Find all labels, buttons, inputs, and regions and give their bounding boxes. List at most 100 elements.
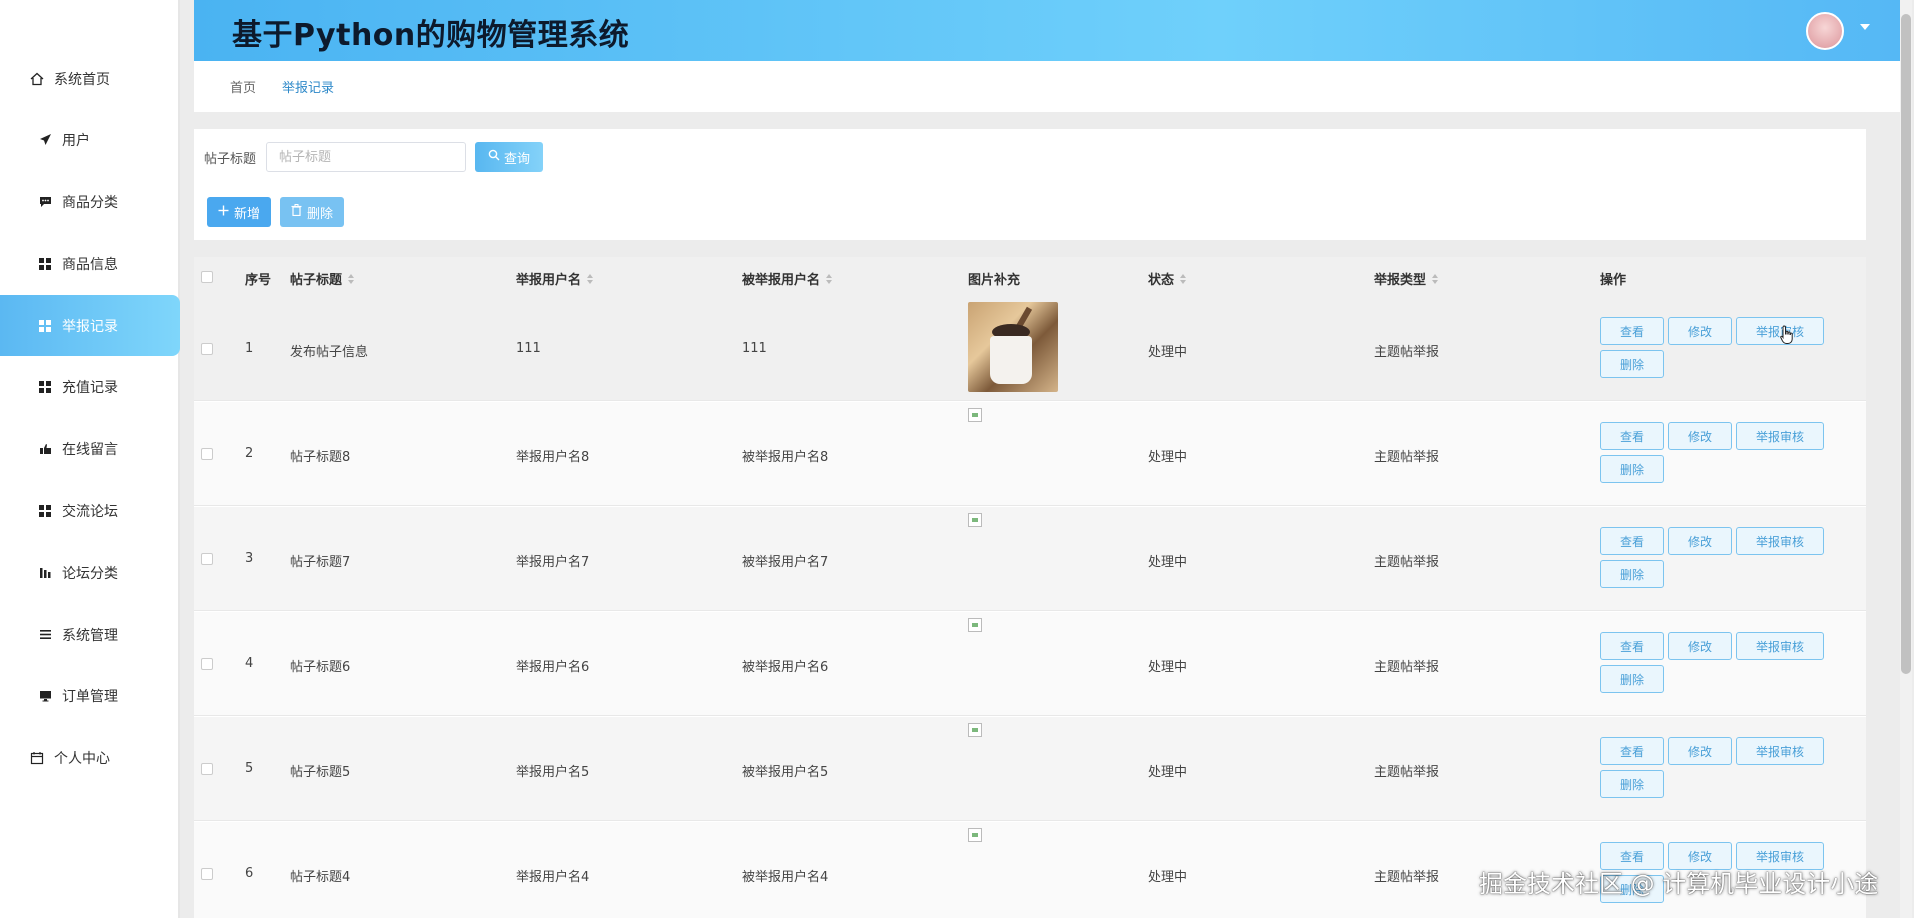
sidebar-item-forum[interactable]: 交流论坛 bbox=[0, 480, 180, 541]
sidebar-item-personal-center[interactable]: 个人中心 bbox=[0, 727, 180, 788]
sidebar-item-home[interactable]: 系统首页 bbox=[0, 48, 180, 109]
audit-button[interactable]: 举报审核 bbox=[1736, 737, 1824, 765]
column-header-label: 操作 bbox=[1600, 273, 1627, 288]
audit-button[interactable]: 举报审核 bbox=[1736, 422, 1824, 450]
cell-index: 5 bbox=[245, 761, 254, 776]
page-scrollbar[interactable] bbox=[1900, 0, 1912, 918]
column-header-label: 举报类型 bbox=[1374, 273, 1427, 288]
sidebar: 系统首页 用户 商品分类 商品信息 举报记录 充值记录 在线留言 交流论坛 论坛… bbox=[0, 0, 180, 918]
sidebar-item-product-categories[interactable]: 商品分类 bbox=[0, 171, 180, 232]
column-header-label: 被举报用户名 bbox=[742, 273, 821, 288]
row-checkbox[interactable] bbox=[201, 448, 213, 460]
cell-type: 主题帖举报 bbox=[1374, 765, 1440, 780]
sidebar-item-label: 系统首页 bbox=[54, 71, 110, 88]
view-button[interactable]: 查看 bbox=[1600, 527, 1664, 555]
select-all-checkbox[interactable] bbox=[201, 271, 213, 283]
column-header-label: 状态 bbox=[1148, 273, 1175, 288]
view-button[interactable]: 查看 bbox=[1600, 422, 1664, 450]
sidebar-item-label: 商品分类 bbox=[62, 194, 118, 211]
column-header-reported[interactable]: 被举报用户名 bbox=[742, 269, 833, 288]
column-header-type[interactable]: 举报类型 bbox=[1374, 269, 1439, 288]
edit-button[interactable]: 修改 bbox=[1668, 317, 1732, 345]
breadcrumb-home[interactable]: 首页 bbox=[230, 77, 256, 96]
row-checkbox[interactable] bbox=[201, 343, 213, 355]
sidebar-item-recharge-records[interactable]: 充值记录 bbox=[0, 356, 180, 417]
edit-button[interactable]: 修改 bbox=[1668, 737, 1732, 765]
cell-status: 处理中 bbox=[1148, 660, 1188, 675]
view-button[interactable]: 查看 bbox=[1600, 737, 1664, 765]
cell-type: 主题帖举报 bbox=[1374, 345, 1440, 360]
delete-button[interactable]: 删除 bbox=[1600, 455, 1664, 483]
sort-icon[interactable] bbox=[1432, 273, 1439, 284]
monitor-icon bbox=[38, 689, 52, 703]
view-button[interactable]: 查看 bbox=[1600, 317, 1664, 345]
table-row[interactable]: 4 帖子标题6 举报用户名6 被举报用户名6 处理中 主题帖举报 查看 修改 举… bbox=[194, 612, 1866, 716]
sidebar-item-product-info[interactable]: 商品信息 bbox=[0, 233, 180, 294]
sidebar-item-system-management[interactable]: 系统管理 bbox=[0, 604, 180, 665]
row-checkbox[interactable] bbox=[201, 763, 213, 775]
add-button[interactable]: 新增 bbox=[207, 197, 271, 227]
table-row[interactable]: 2 帖子标题8 举报用户名8 被举报用户名8 处理中 主题帖举报 查看 修改 举… bbox=[194, 402, 1866, 506]
table-row[interactable]: 5 帖子标题5 举报用户名5 被举报用户名5 处理中 主题帖举报 查看 修改 举… bbox=[194, 717, 1866, 821]
sort-icon[interactable] bbox=[587, 273, 594, 284]
sidebar-item-order-management[interactable]: 订单管理 bbox=[0, 665, 180, 726]
audit-button[interactable]: 举报审核 bbox=[1736, 632, 1824, 660]
send-icon bbox=[38, 133, 52, 147]
report-image-thumbnail[interactable] bbox=[968, 302, 1058, 392]
avatar[interactable] bbox=[1806, 12, 1844, 50]
row-checkbox[interactable] bbox=[201, 868, 213, 880]
watermark-text: 掘金技术社区 @ 计算机毕业设计小途 bbox=[1479, 870, 1879, 898]
chevron-down-icon[interactable] bbox=[1860, 24, 1870, 30]
hand-cursor-icon bbox=[1780, 325, 1793, 344]
sidebar-item-forum-categories[interactable]: 论坛分类 bbox=[0, 542, 180, 603]
cell-index: 6 bbox=[245, 866, 254, 881]
search-button[interactable]: 查询 bbox=[475, 142, 543, 172]
cell-status: 处理中 bbox=[1148, 765, 1188, 780]
cell-reported: 被举报用户名7 bbox=[742, 555, 829, 570]
delete-button[interactable]: 删除 bbox=[1600, 665, 1664, 693]
column-header-reporter[interactable]: 举报用户名 bbox=[516, 269, 594, 288]
row-checkbox[interactable] bbox=[201, 658, 213, 670]
plus-icon bbox=[218, 205, 229, 220]
cell-reporter: 举报用户名6 bbox=[516, 660, 590, 675]
bulk-delete-button[interactable]: 删除 bbox=[280, 197, 344, 227]
report-records-table: 序号 帖子标题 举报用户名 被举报用户名 图片补充 状态 举报类型 操作 1 发… bbox=[194, 257, 1866, 918]
search-button-label: 查询 bbox=[503, 151, 530, 167]
edit-button[interactable]: 修改 bbox=[1668, 422, 1732, 450]
bars-icon bbox=[38, 566, 52, 580]
grid-icon bbox=[38, 257, 52, 271]
view-button[interactable]: 查看 bbox=[1600, 632, 1664, 660]
row-checkbox[interactable] bbox=[201, 553, 213, 565]
cell-index: 2 bbox=[245, 446, 254, 461]
table-row[interactable]: 1 发布帖子信息 111 111 处理中 主题帖举报 查看 修改 举报审核 删除 bbox=[194, 297, 1866, 401]
sidebar-item-label: 个人中心 bbox=[54, 750, 110, 767]
cell-reported: 被举报用户名8 bbox=[742, 450, 829, 465]
sidebar-item-label: 充值记录 bbox=[62, 379, 118, 396]
search-input[interactable] bbox=[266, 142, 466, 172]
sort-icon[interactable] bbox=[348, 273, 355, 284]
sidebar-item-online-messages[interactable]: 在线留言 bbox=[0, 418, 180, 479]
table-row[interactable]: 3 帖子标题7 举报用户名7 被举报用户名7 处理中 主题帖举报 查看 修改 举… bbox=[194, 507, 1866, 611]
sidebar-item-users[interactable]: 用户 bbox=[0, 109, 180, 170]
audit-button[interactable]: 举报审核 bbox=[1736, 527, 1824, 555]
delete-button[interactable]: 删除 bbox=[1600, 770, 1664, 798]
trash-icon bbox=[291, 204, 302, 220]
cell-index: 1 bbox=[245, 341, 254, 356]
cell-reporter: 举报用户名7 bbox=[516, 555, 590, 570]
edit-button[interactable]: 修改 bbox=[1668, 527, 1732, 555]
chat-icon bbox=[38, 195, 52, 209]
sidebar-item-report-records[interactable]: 举报记录 bbox=[0, 295, 180, 356]
column-header-label: 帖子标题 bbox=[290, 273, 343, 288]
column-header-title[interactable]: 帖子标题 bbox=[290, 269, 355, 288]
delete-button[interactable]: 删除 bbox=[1600, 350, 1664, 378]
column-header-status[interactable]: 状态 bbox=[1148, 269, 1187, 288]
sidebar-item-label: 举报记录 bbox=[62, 318, 118, 335]
cell-reporter: 111 bbox=[516, 341, 541, 356]
sort-icon[interactable] bbox=[826, 273, 833, 284]
delete-button[interactable]: 删除 bbox=[1600, 560, 1664, 588]
scrollbar-thumb[interactable] bbox=[1901, 14, 1911, 674]
column-header-label: 举报用户名 bbox=[516, 273, 582, 288]
sort-icon[interactable] bbox=[1180, 273, 1187, 284]
sidebar-item-label: 商品信息 bbox=[62, 256, 118, 273]
edit-button[interactable]: 修改 bbox=[1668, 632, 1732, 660]
